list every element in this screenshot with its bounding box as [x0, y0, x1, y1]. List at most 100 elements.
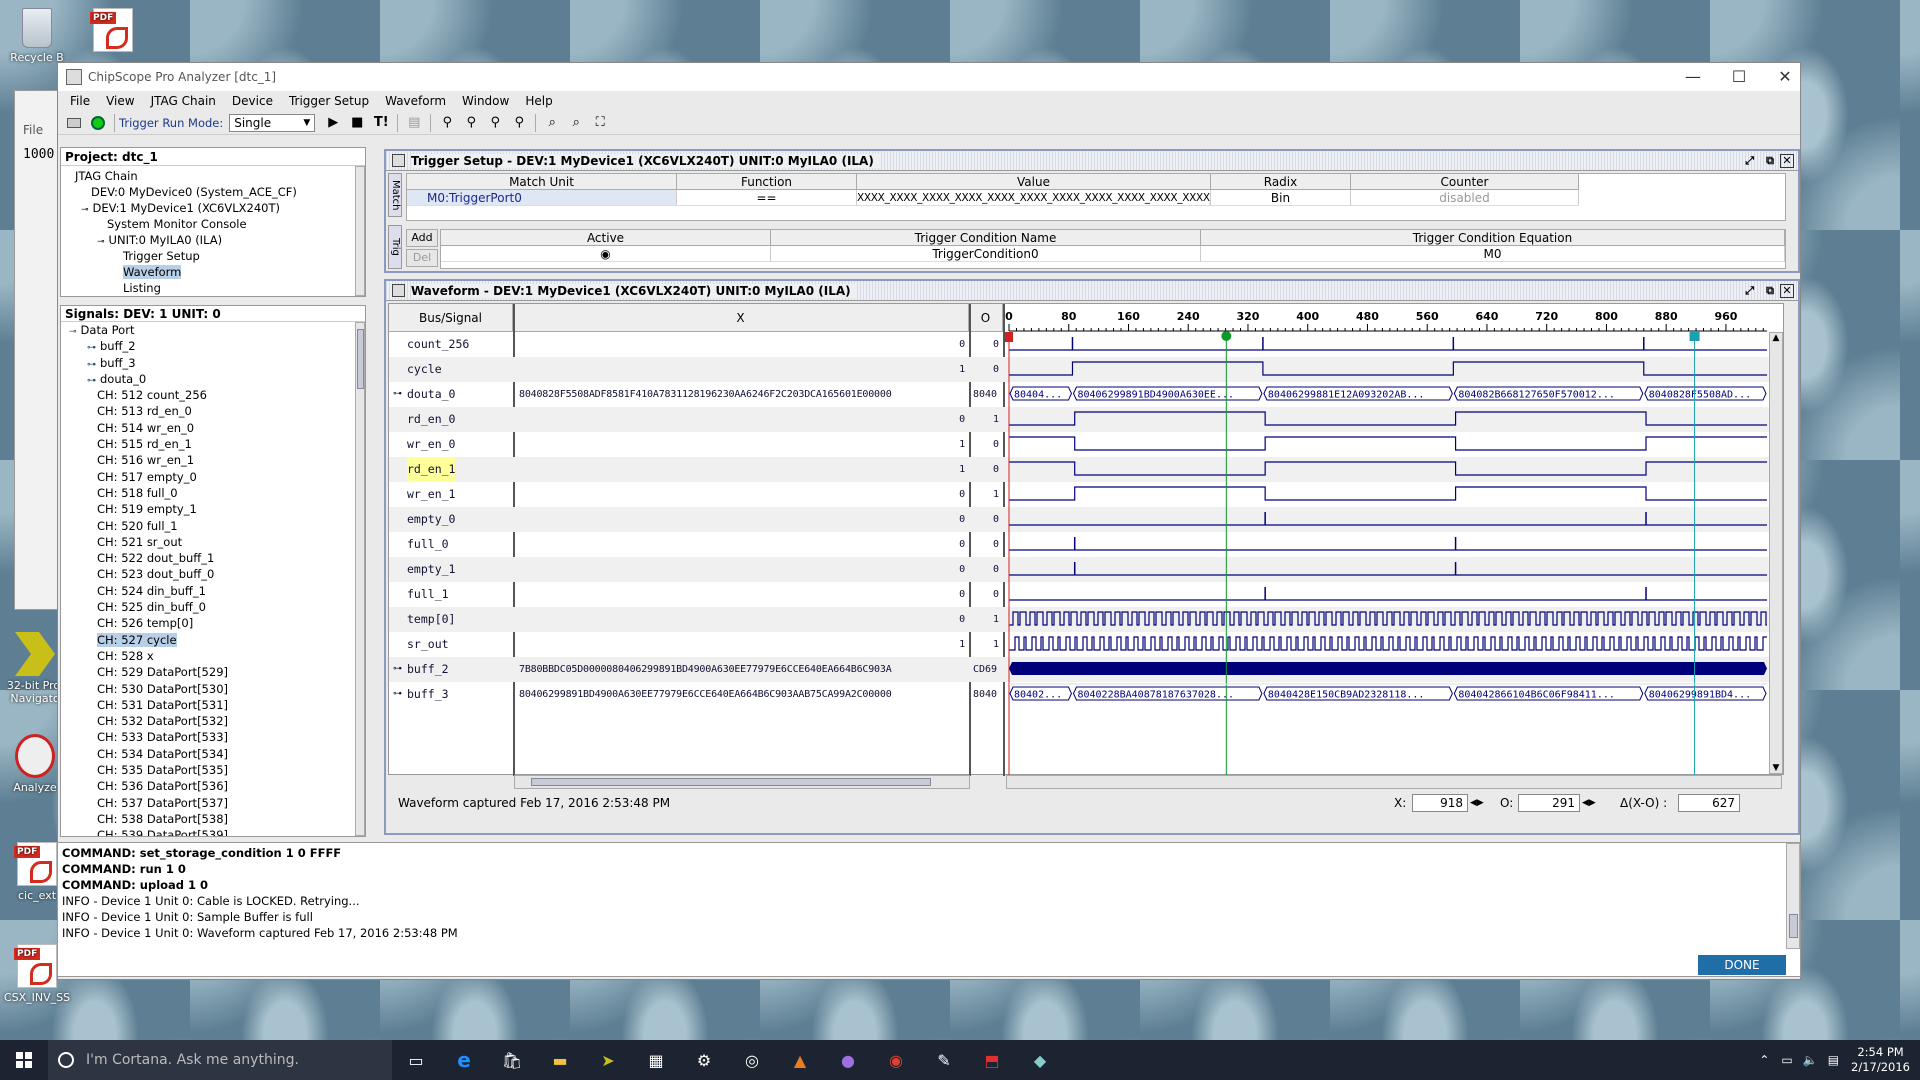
console-scrollbar[interactable] [1786, 843, 1800, 949]
signal-name[interactable]: count_256 [407, 332, 469, 357]
match-tab[interactable]: Match [388, 173, 402, 217]
waveform-vertical-scrollbar[interactable]: ▲ ▼ [1769, 332, 1783, 774]
signal-tree-item[interactable]: CH: 534 DataPort[534] [65, 746, 361, 762]
signal-name[interactable]: full_0 [407, 532, 449, 557]
tree-toggle-icon[interactable]: ⊶ [87, 376, 96, 386]
tree-toggle-icon[interactable]: ⊸ [81, 205, 89, 215]
match-cell[interactable]: XXXX_XXXX_XXXX_XXXX_XXXX_XXXX_XXXX_XXXX_… [857, 190, 1211, 206]
trigger-run-mode-select[interactable]: Single ▼ [229, 113, 316, 132]
x-cursor-stepper[interactable]: ◀▶ [1470, 798, 1484, 808]
signal-tree-item[interactable]: CH: 521 sr_out [65, 534, 361, 550]
signal-tree-item[interactable]: CH: 538 DataPort[538] [65, 811, 361, 827]
minimize-button[interactable]: — [1670, 63, 1716, 91]
signal-tree-item[interactable]: CH: 512 count_256 [65, 387, 361, 403]
menu-trigger-setup[interactable]: Trigger Setup [289, 94, 369, 108]
active-radio[interactable]: ◉ [441, 246, 771, 262]
project-tree-item[interactable]: Listing [65, 280, 361, 296]
signal-tree-item[interactable]: CH: 539 DataPort[539] [65, 827, 361, 836]
signal-tree-item[interactable]: CH: 533 DataPort[533] [65, 729, 361, 745]
signal-tree-item[interactable]: CH: 515 rd_en_1 [65, 436, 361, 452]
signal-tree-item[interactable]: CH: 520 full_1 [65, 518, 361, 534]
project-tree-item[interactable]: DEV:0 MyDevice0 (System_ACE_CF) [65, 184, 361, 200]
add-condition-button[interactable]: Add [406, 229, 438, 247]
export-icon[interactable]: ▤ [404, 113, 424, 133]
menu-help[interactable]: Help [525, 94, 552, 108]
match-cell[interactable]: == [677, 190, 857, 206]
trig-tab[interactable]: Trig [388, 225, 402, 269]
match-cell[interactable]: Bin [1211, 190, 1351, 206]
signal-row[interactable]: wr_en_1 0 1 [389, 482, 1769, 507]
chipscope-taskbar-icon[interactable]: ◎ [728, 1040, 776, 1080]
signal-name[interactable]: wr_en_0 [407, 432, 455, 457]
zoom-fit-icon[interactable]: ⛶ [590, 113, 610, 133]
x-cursor-field[interactable]: 918 [1412, 794, 1468, 812]
signal-tree-item[interactable]: ⊶ buff_3 [65, 355, 361, 371]
signal-tree-item[interactable]: CH: 523 dout_buff_0 [65, 566, 361, 582]
volume-icon[interactable]: 🔈 [1803, 1053, 1818, 1067]
bus-expand-icon[interactable]: ⊶ [393, 657, 402, 682]
scrollbar-thumb[interactable] [531, 778, 931, 786]
app-icon-4[interactable]: ◆ [1016, 1040, 1064, 1080]
signal-tree-item[interactable]: CH: 525 din_buff_0 [65, 599, 361, 615]
stop-icon[interactable]: ■ [347, 113, 367, 133]
signal-name[interactable]: empty_1 [407, 557, 455, 582]
project-tree-item[interactable]: Trigger Setup [65, 248, 361, 264]
signal-name[interactable]: buff_3 [407, 682, 449, 707]
signal-row[interactable]: wr_en_0 1 0 [389, 432, 1769, 457]
signal-name[interactable]: temp[0] [407, 607, 455, 632]
close-panel-icon[interactable]: ✕ [1780, 283, 1794, 298]
signal-tree-item[interactable]: CH: 531 DataPort[531] [65, 697, 361, 713]
signal-tree-item[interactable]: ⊶ douta_0 [65, 371, 361, 387]
signal-tree-item[interactable]: CH: 536 DataPort[536] [65, 778, 361, 794]
undock-icon[interactable]: ⤢ [1745, 284, 1754, 298]
chrome-icon[interactable]: ◉ [872, 1040, 920, 1080]
signal-name[interactable]: sr_out [407, 632, 449, 657]
menu-waveform[interactable]: Waveform [385, 94, 446, 108]
tree-toggle-icon[interactable]: ⊸ [69, 327, 77, 337]
match-cell[interactable]: M0:TriggerPort0 [407, 190, 677, 206]
signal-row[interactable]: ⊶ buff_2 7B80BBDC05D0000080406299891BD4900… [389, 657, 1769, 682]
close-button[interactable]: ✕ [1762, 63, 1808, 91]
scroll-up-icon[interactable]: ▲ [1770, 333, 1782, 343]
trigger-cell[interactable]: M0 [1201, 246, 1785, 262]
desktop-icon-pdf[interactable] [78, 8, 148, 55]
signal-row[interactable]: full_0 0 0 [389, 532, 1769, 557]
edge-icon[interactable]: e [440, 1040, 488, 1080]
signal-row[interactable]: rd_en_0 0 1 [389, 407, 1769, 432]
signal-tree-item[interactable]: CH: 513 rd_en_0 [65, 403, 361, 419]
task-view-icon[interactable]: ▭ [392, 1040, 440, 1080]
signal-tree-item[interactable]: CH: 522 dout_buff_1 [65, 550, 361, 566]
delete-condition-button[interactable]: Del [406, 249, 438, 267]
signal-tree-item[interactable]: CH: 518 full_0 [65, 485, 361, 501]
signal-tree-item[interactable]: CH: 535 DataPort[535] [65, 762, 361, 778]
zoom-out-icon[interactable]: ⌕ [566, 113, 586, 133]
menu-file[interactable]: File [70, 94, 90, 108]
go-to-o-icon[interactable]: ⚲ [461, 113, 481, 133]
signal-name[interactable]: rd_en_1 [407, 457, 456, 482]
signal-tree-item[interactable]: CH: 529 DataPort[529] [65, 664, 361, 680]
background-file-menu[interactable]: File [23, 123, 43, 137]
signal-row[interactable]: rd_en_1 1 0 [389, 457, 1769, 482]
signal-name[interactable]: rd_en_0 [407, 407, 455, 432]
bus-expand-icon[interactable]: ⊶ [393, 382, 402, 407]
signal-tree-item[interactable]: ⊸ Data Port [65, 322, 361, 338]
file-explorer-icon[interactable]: ▬ [536, 1040, 584, 1080]
cable-status-icon[interactable] [88, 113, 108, 133]
signal-tree-item[interactable]: CH: 537 DataPort[537] [65, 795, 361, 811]
signal-name[interactable]: douta_0 [407, 382, 455, 407]
jtag-chain-icon[interactable] [64, 113, 84, 133]
store-icon[interactable]: 🛍 [488, 1040, 536, 1080]
bus-expand-icon[interactable]: ⊶ [393, 682, 402, 707]
signal-row[interactable]: sr_out 1 1 [389, 632, 1769, 657]
tree-toggle-icon[interactable]: ⊶ [87, 360, 96, 370]
signal-tree-item[interactable]: CH: 517 empty_0 [65, 469, 361, 485]
match-table-row[interactable]: M0:TriggerPort0 == XXXX_XXXX_XXXX_XXXX_XXX… [407, 190, 1785, 206]
calculator-icon[interactable]: ▦ [632, 1040, 680, 1080]
signal-name[interactable]: buff_2 [407, 657, 449, 682]
undock-icon[interactable]: ⤢ [1745, 154, 1754, 168]
project-tree-item[interactable]: ⊸ DEV:1 MyDevice1 (XC6VLX240T) [65, 200, 361, 216]
go-to-x-icon[interactable]: ⚲ [437, 113, 457, 133]
close-panel-icon[interactable]: ✕ [1780, 153, 1794, 168]
signal-name[interactable]: cycle [407, 357, 442, 382]
next-edge-icon[interactable]: ⚲ [509, 113, 529, 133]
